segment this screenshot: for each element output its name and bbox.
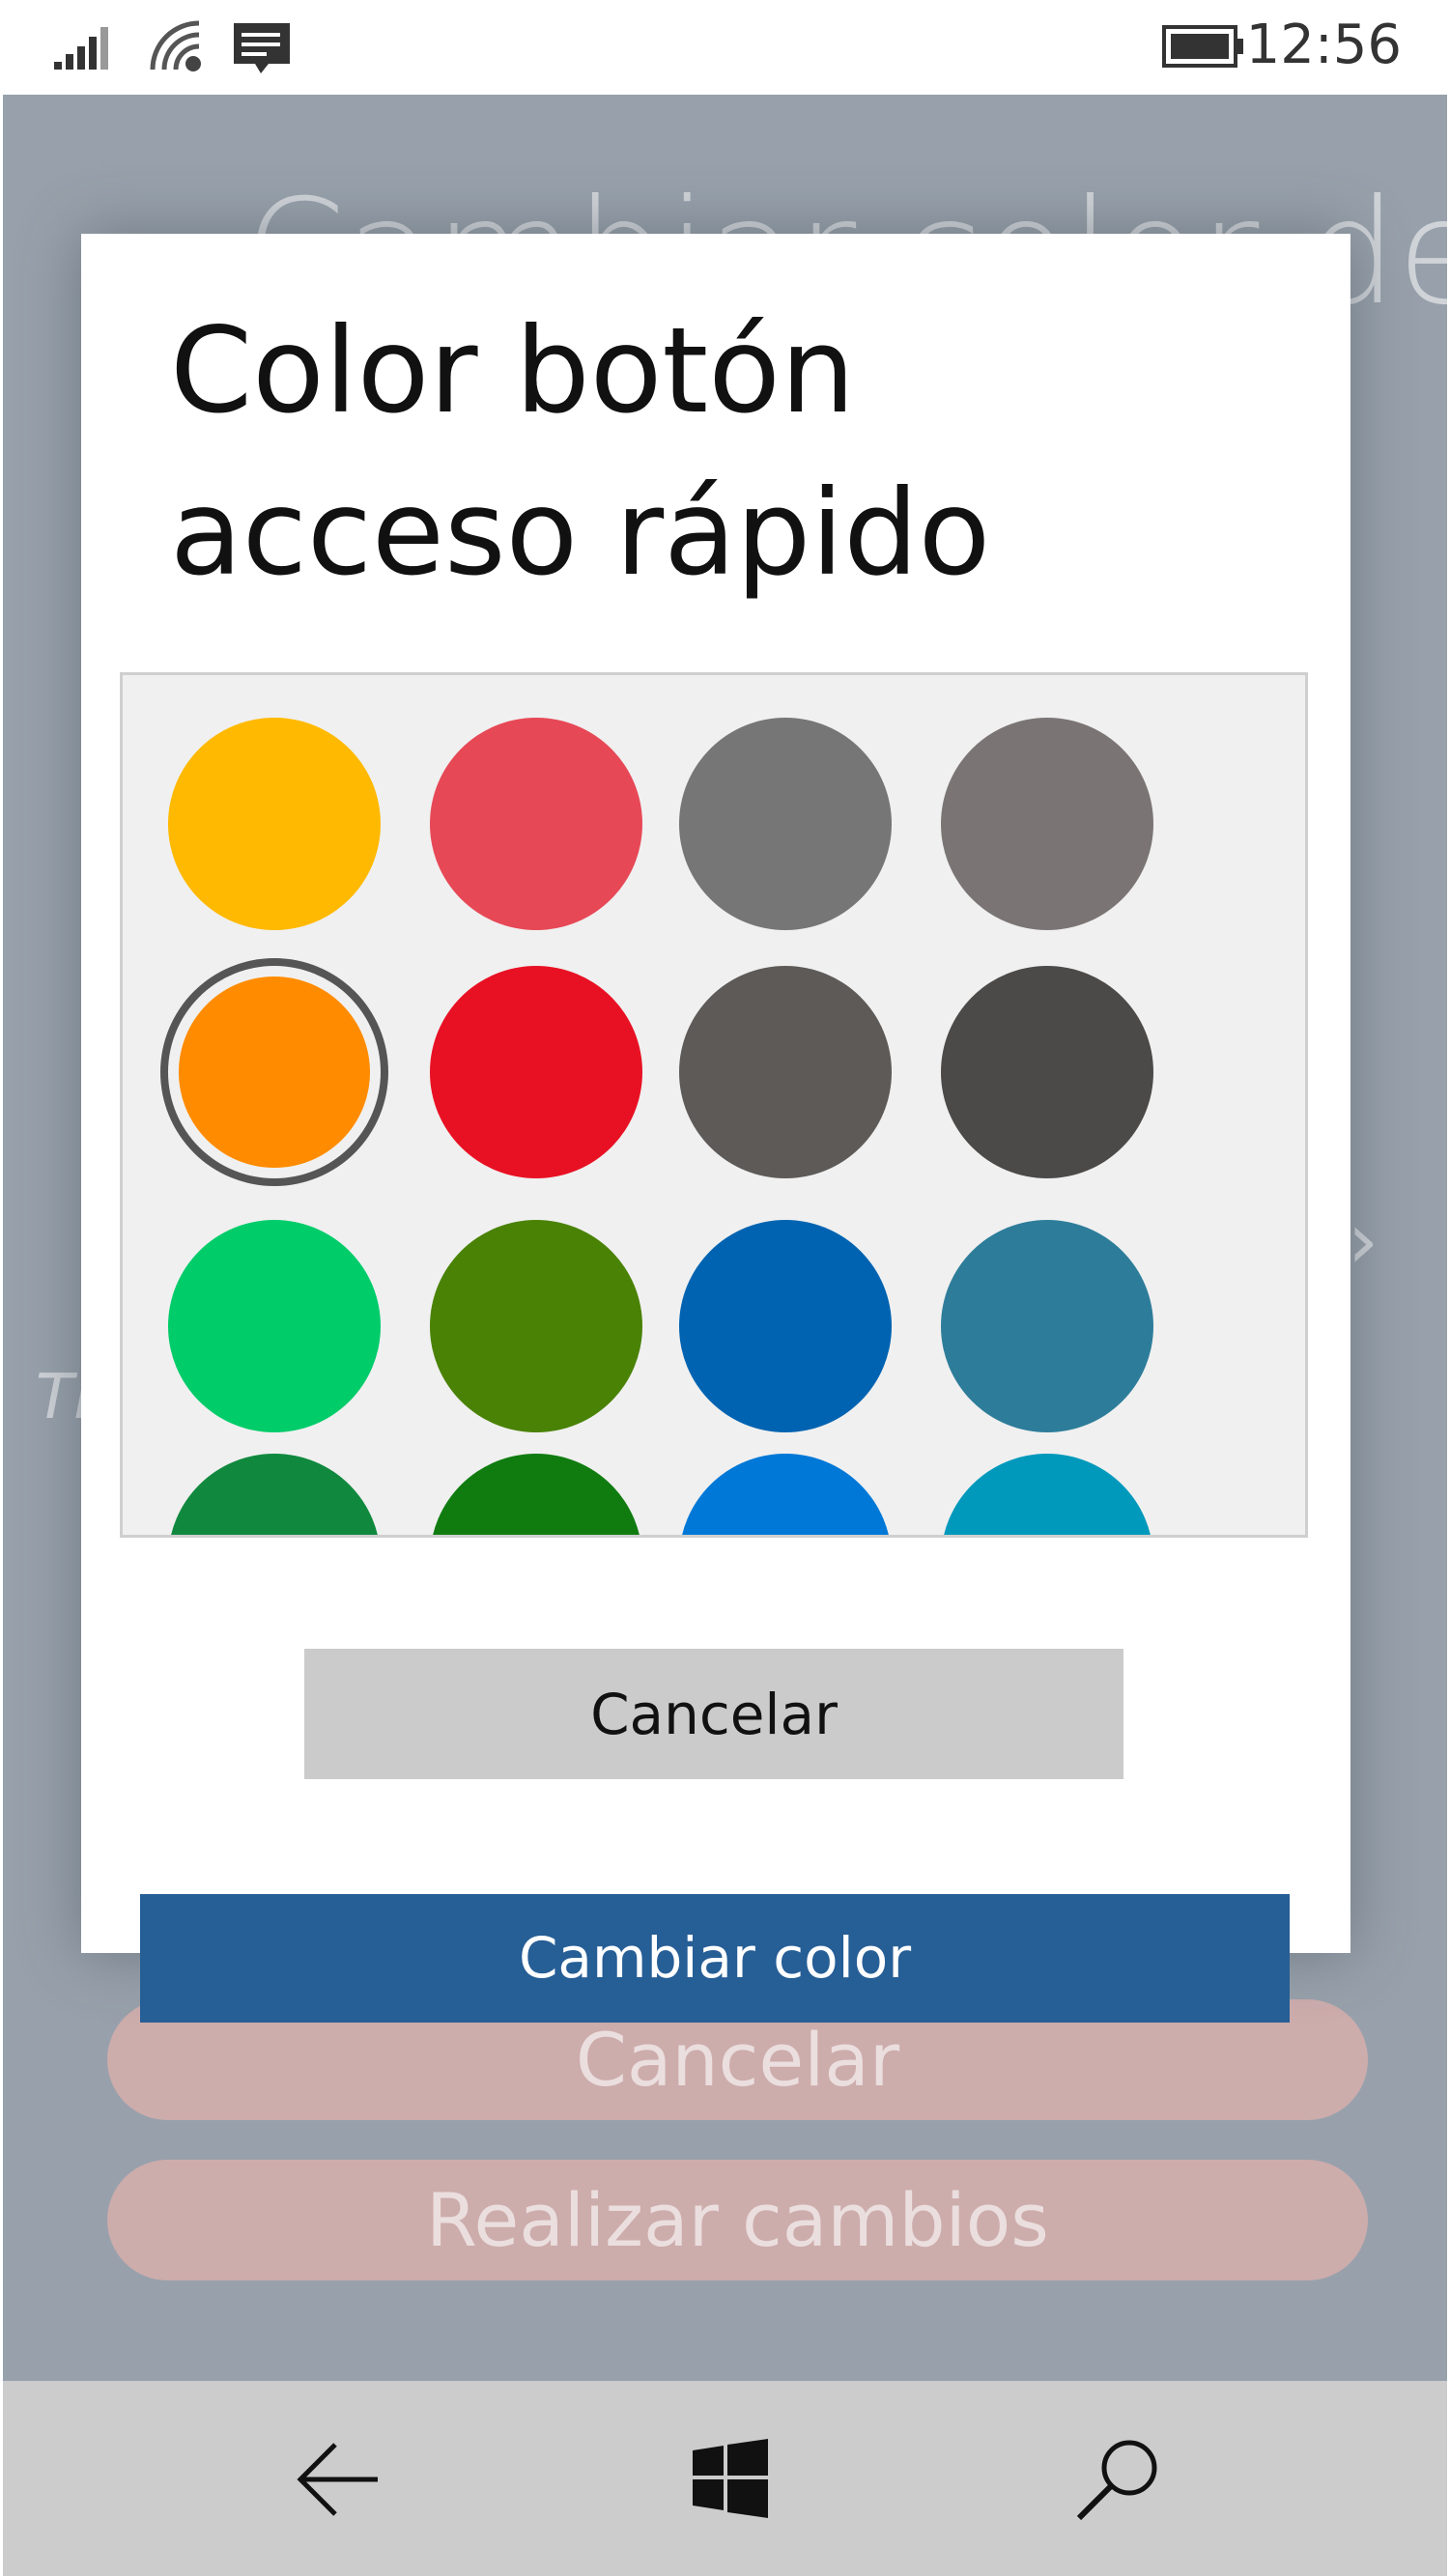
color-swatch[interactable] <box>430 966 642 1178</box>
dialog-title: Color botón acceso rápido <box>170 302 991 602</box>
clock: 12:56 <box>1245 14 1402 76</box>
back-arrow-icon[interactable] <box>293 2439 382 2520</box>
battery-icon <box>1162 25 1243 68</box>
color-swatch[interactable] <box>430 1220 642 1432</box>
color-swatch[interactable] <box>941 1220 1153 1432</box>
color-swatch[interactable] <box>679 966 892 1178</box>
change-color-button[interactable]: Cambiar color <box>140 1894 1290 2023</box>
color-picker-dialog: Color botón acceso rápido Cancelar <box>81 234 1350 1953</box>
search-icon[interactable] <box>1073 2433 1166 2526</box>
color-swatch-grid[interactable] <box>120 672 1308 1538</box>
status-bar: 12:56 <box>0 0 1450 95</box>
color-swatch[interactable] <box>941 718 1153 930</box>
background-apply-button: Realizar cambios <box>107 2160 1368 2280</box>
color-swatch[interactable] <box>679 1220 892 1432</box>
message-icon <box>234 23 290 73</box>
color-swatch[interactable] <box>430 1454 642 1535</box>
background-chevron-icon: › <box>1348 1196 1379 1286</box>
color-swatch[interactable] <box>941 1454 1153 1535</box>
color-swatch[interactable] <box>168 1454 381 1535</box>
color-swatch[interactable] <box>679 1454 892 1535</box>
color-swatch[interactable] <box>679 718 892 930</box>
color-swatch[interactable] <box>168 718 381 930</box>
color-swatch-selected[interactable] <box>179 977 370 1168</box>
windows-logo-icon[interactable] <box>691 2439 770 2518</box>
signal-icon <box>54 27 108 70</box>
navigation-bar <box>3 2381 1447 2576</box>
color-swatch[interactable] <box>168 1220 381 1432</box>
wifi-icon <box>150 20 201 71</box>
color-swatch[interactable] <box>430 718 642 930</box>
color-swatch[interactable] <box>941 966 1153 1178</box>
cancel-button[interactable]: Cancelar <box>304 1649 1123 1779</box>
